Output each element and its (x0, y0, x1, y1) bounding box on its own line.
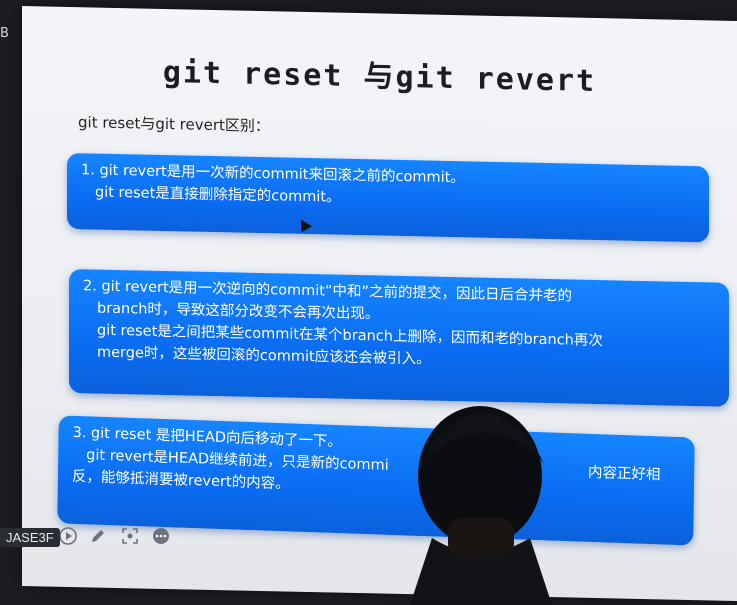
more-icon[interactable] (151, 526, 171, 546)
screenshot-icon[interactable] (120, 526, 140, 546)
slide-subtitle: git reset与git revert区别： (78, 113, 270, 136)
slide-title: git reset 与git revert (162, 54, 597, 100)
point-3-line-2-end: 内容正好相 (587, 464, 661, 484)
point-box-2: 2. git revert是用一次逆向的commit“中和”之前的提交，因此日后… (69, 268, 729, 407)
overlay-badge: JASE3F (0, 528, 60, 547)
left-edge-label: B (0, 26, 9, 41)
point-box-1: 1. git revert是用一次新的commit来回滚之前的commit。 g… (67, 152, 709, 243)
play-icon[interactable] (58, 526, 78, 546)
foreground-person (410, 406, 552, 605)
projected-slide: git reset 与git revert git reset与git reve… (22, 6, 737, 601)
pen-icon[interactable] (88, 526, 108, 546)
